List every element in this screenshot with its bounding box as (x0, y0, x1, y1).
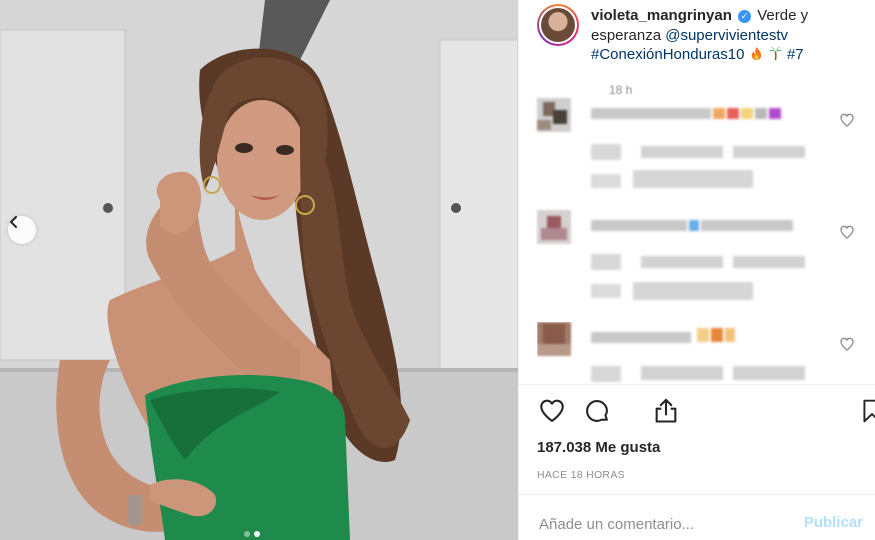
comment-item (537, 322, 857, 384)
mention-link[interactable]: @supervivientestv (665, 27, 788, 44)
fire-icon (751, 46, 761, 61)
avatar[interactable] (537, 4, 579, 46)
comment-icon (586, 400, 608, 422)
photo-illustration (0, 0, 518, 540)
carousel-dots (244, 531, 260, 537)
comment-box-divider (519, 494, 875, 495)
bookmark-icon (863, 399, 875, 423)
comment-like-heart-icon[interactable] (839, 336, 855, 352)
comment-button[interactable] (582, 396, 612, 426)
share-icon (655, 398, 677, 423)
post-side-panel: violeta_mangrinyan ✓ Verde y esperanza @… (518, 0, 875, 540)
comment-input[interactable] (539, 512, 809, 536)
previous-slide-button[interactable] (8, 216, 36, 244)
comment-avatar (537, 98, 571, 132)
comment-avatar (537, 210, 571, 244)
caption-text: violeta_mangrinyan ✓ Verde y esperanza @… (591, 6, 861, 65)
verified-badge-icon: ✓ (738, 10, 752, 23)
heart-icon (540, 399, 564, 422)
carousel-dot-active (254, 531, 260, 537)
palm-tree-icon (768, 46, 782, 61)
comment-like-heart-icon[interactable] (839, 224, 855, 240)
save-button[interactable] (857, 396, 875, 426)
username-link[interactable]: violeta_mangrinyan (591, 7, 732, 24)
chevron-left-icon (10, 216, 17, 228)
hashtag-link-2[interactable]: #7 (787, 46, 804, 63)
likes-count[interactable]: 187.038 Me gusta (537, 439, 660, 456)
post-photo[interactable] (0, 0, 518, 540)
comment-item (537, 210, 857, 302)
like-button[interactable] (537, 396, 567, 426)
comment-item (537, 98, 857, 190)
carousel-dot (244, 531, 250, 537)
share-button[interactable] (651, 396, 681, 426)
actions-divider (519, 384, 875, 385)
publish-button[interactable]: Publicar (804, 514, 863, 531)
comment-like-heart-icon[interactable] (839, 112, 855, 128)
post-actions-bar (537, 396, 875, 428)
post-time[interactable]: HACE 18 HORAS (537, 469, 625, 481)
caption-timestamp: 18 h (609, 83, 633, 97)
comment-avatar (537, 322, 571, 356)
hashtag-link[interactable]: #ConexiónHonduras10 (591, 46, 744, 63)
